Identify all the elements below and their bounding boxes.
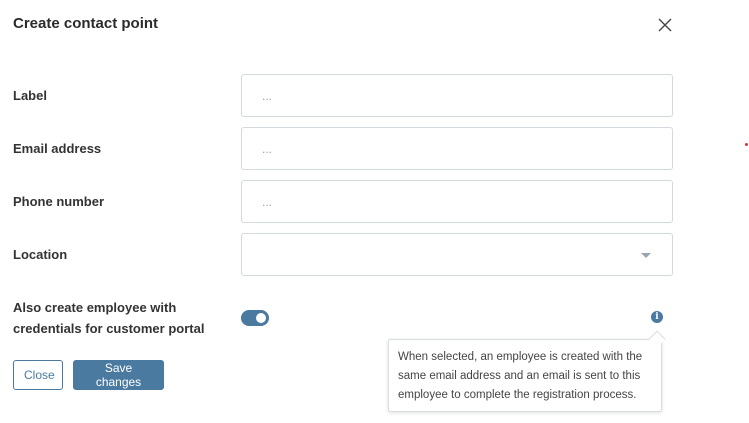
tooltip-line-3: employee to complete the registration pr… [398, 389, 637, 401]
email-field-label: Email address [13, 141, 102, 156]
cursor-marker-dot [745, 143, 748, 146]
tooltip-line-2: same email address and an email is sent … [398, 370, 641, 382]
location-field-label: Location [13, 247, 68, 262]
close-icon [658, 18, 672, 32]
phone-input[interactable] [241, 180, 673, 223]
location-select[interactable] [241, 233, 673, 276]
label-input[interactable] [241, 74, 673, 117]
tooltip-arrow [648, 330, 666, 348]
save-changes-button[interactable]: Save changes [73, 360, 164, 390]
employee-option-label: Also create employee with credentials fo… [13, 297, 204, 339]
info-tooltip: When selected, an employee is created wi… [388, 330, 666, 412]
employee-option-label-line2: credentials for customer portal [13, 321, 205, 336]
dialog-title: Create contact point [13, 15, 159, 32]
close-button[interactable]: Close [13, 360, 63, 390]
tooltip-line-1: When selected, an employee is created wi… [398, 351, 643, 363]
toggle-knob [256, 313, 266, 323]
create-employee-toggle[interactable] [241, 310, 269, 326]
label-field-label: Label [13, 88, 47, 103]
employee-option-label-line1: Also create employee with [13, 300, 177, 315]
info-icon[interactable]: i [651, 311, 663, 323]
close-dialog-button[interactable] [655, 15, 675, 35]
phone-field-label: Phone number [13, 194, 105, 209]
email-input[interactable] [241, 127, 673, 170]
chevron-down-icon [641, 253, 651, 258]
